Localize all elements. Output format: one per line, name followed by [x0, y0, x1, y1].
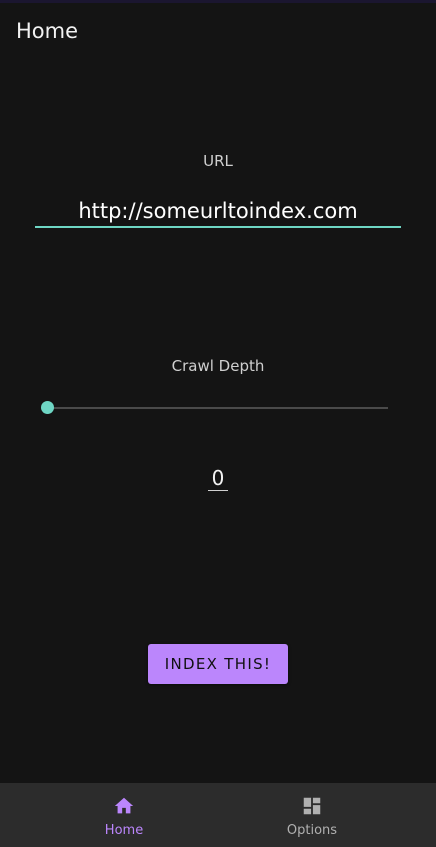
page-title: Home: [16, 19, 79, 43]
index-this-button[interactable]: INDEX THIS!: [148, 644, 288, 684]
url-input[interactable]: [35, 195, 401, 227]
nav-item-home[interactable]: Home: [15, 783, 233, 847]
crawl-depth-label: Crawl Depth: [171, 357, 265, 375]
url-input-underline: [35, 226, 401, 228]
crawl-depth-value-underline: [208, 490, 228, 491]
nav-label-home: Home: [104, 823, 144, 838]
url-label: URL: [203, 152, 233, 170]
dashboard-icon: [303, 797, 321, 815]
home-icon: [114, 797, 134, 814]
app-screen: Home URL Crawl Depth 0 INDEX THIS! Home …: [0, 0, 436, 847]
crawl-depth-slider[interactable]: [41, 398, 388, 418]
crawl-depth-value[interactable]: 0: [0, 466, 436, 490]
nav-item-options[interactable]: Options: [203, 783, 421, 847]
slider-track[interactable]: [47, 407, 388, 409]
nav-label-options: Options: [286, 823, 338, 838]
bottom-navigation: Home Options: [0, 783, 436, 847]
status-bar-strip: [0, 0, 436, 3]
slider-thumb[interactable]: [41, 401, 54, 414]
